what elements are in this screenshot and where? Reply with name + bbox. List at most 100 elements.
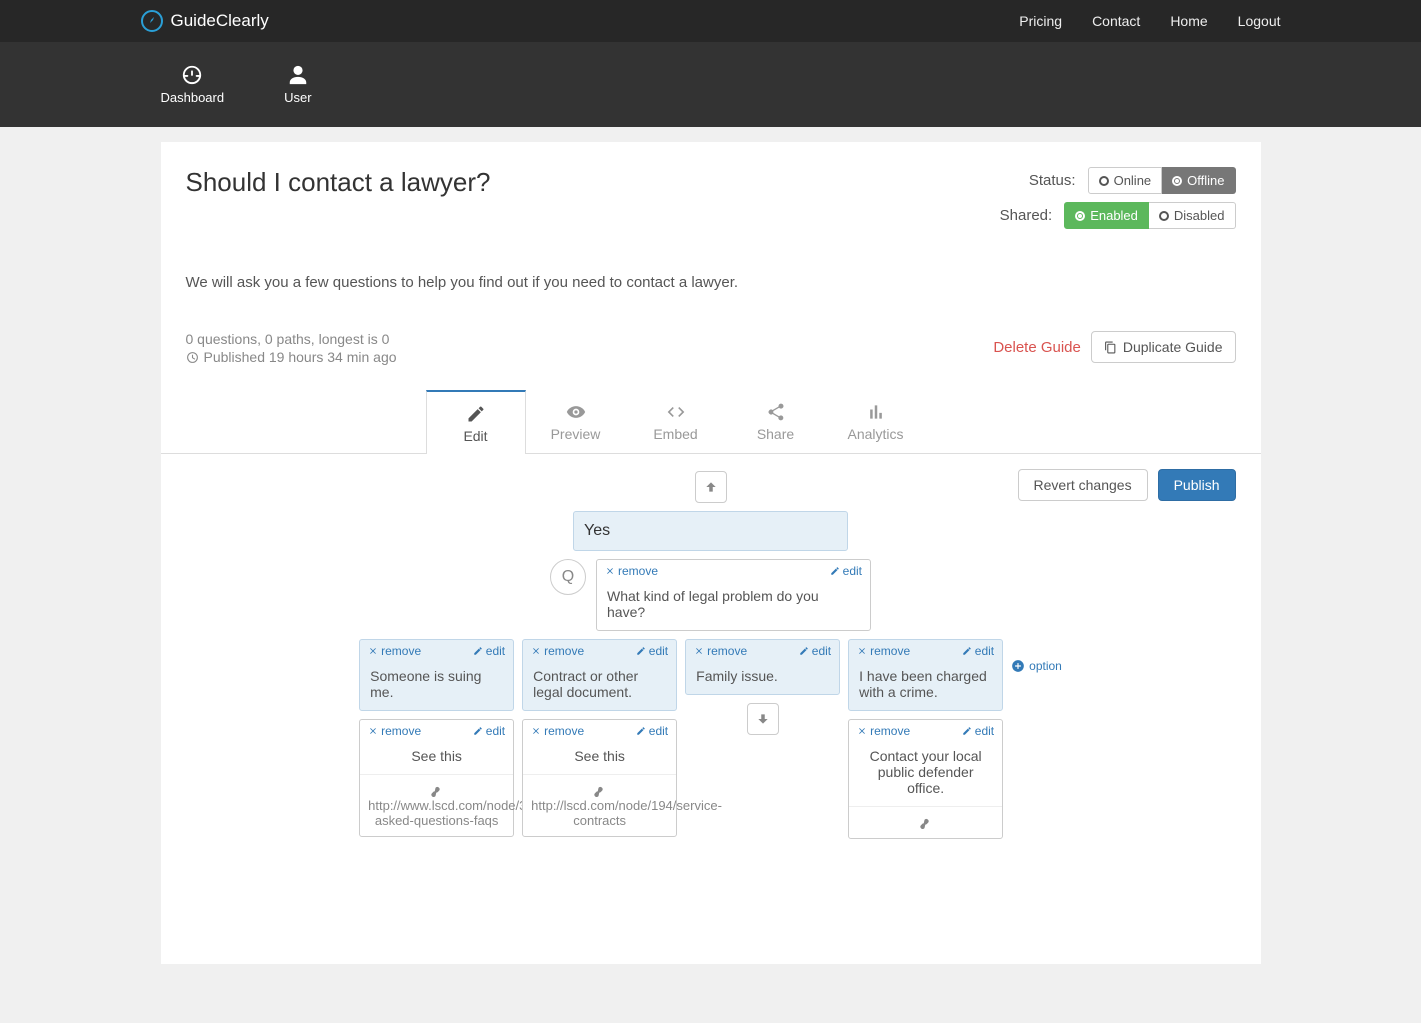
shared-enabled-button[interactable]: Enabled (1064, 202, 1149, 229)
tab-dashboard[interactable]: Dashboard (161, 64, 225, 105)
x-icon (531, 726, 541, 736)
edit-action[interactable]: edit (962, 724, 994, 738)
link-icon (430, 786, 441, 797)
question-badge: Q (550, 559, 586, 595)
guide-description: We will ask you a few questions to help … (186, 274, 1236, 291)
x-icon (531, 646, 541, 656)
edit-action[interactable]: edit (473, 724, 505, 738)
result-link[interactable]: http://lscd.com/node/194/service-contrac… (523, 774, 676, 836)
pencil-icon (799, 646, 809, 656)
result-1: remove edit See this http://www.lscd.com… (359, 719, 514, 837)
guide-title: Should I contact a lawyer? (186, 167, 491, 198)
tab-analytics[interactable]: Analytics (826, 390, 926, 453)
x-icon (368, 726, 378, 736)
result-4: remove edit Contact your local public de… (848, 719, 1003, 839)
tab-share[interactable]: Share (726, 390, 826, 453)
link-icon (593, 786, 604, 797)
answer-yes[interactable]: Yes (573, 511, 848, 551)
tab-user[interactable]: User (284, 64, 311, 105)
user-icon (287, 64, 309, 86)
result-link[interactable] (849, 806, 1002, 838)
arrow-down-icon (756, 712, 770, 726)
question-text: What kind of legal problem do you have? (597, 582, 870, 630)
compass-icon (141, 10, 163, 32)
status-label: Status: (1029, 172, 1076, 189)
main-panel: Should I contact a lawyer? Status: Onlin… (161, 142, 1261, 964)
link-icon (919, 818, 930, 829)
secondbar: Dashboard User (0, 42, 1421, 127)
edit-action[interactable]: edit (799, 644, 831, 658)
remove-action[interactable]: remove (694, 644, 747, 658)
question-node: remove edit What kind of legal problem d… (596, 559, 871, 631)
shared-label: Shared: (1000, 207, 1053, 224)
x-icon (605, 566, 615, 576)
edit-action[interactable]: edit (830, 564, 862, 578)
remove-action[interactable]: remove (605, 564, 658, 578)
option-2[interactable]: remove edit Contract or other legal docu… (522, 639, 677, 711)
guide-stats: 0 questions, 0 paths, longest is 0 (186, 331, 397, 347)
remove-action[interactable]: remove (368, 644, 421, 658)
result-2: remove edit See this http://lscd.com/nod… (522, 719, 677, 837)
remove-action[interactable]: remove (857, 724, 910, 738)
arrow-down-button[interactable] (747, 703, 779, 735)
brand-text: GuideClearly (171, 11, 269, 31)
tab-edit[interactable]: Edit (426, 390, 526, 454)
guide-published: Published 19 hours 34 min ago (204, 349, 397, 365)
remove-action[interactable]: remove (531, 724, 584, 738)
pencil-icon (473, 726, 483, 736)
topnav: Pricing Contact Home Logout (1019, 13, 1280, 29)
nav-logout[interactable]: Logout (1238, 13, 1281, 29)
tab-embed[interactable]: Embed (626, 390, 726, 453)
pencil-icon (636, 726, 646, 736)
chart-icon (866, 402, 886, 422)
status-offline-button[interactable]: Offline (1162, 167, 1235, 194)
pencil-icon (830, 566, 840, 576)
tab-user-label: User (284, 90, 311, 105)
arrow-up-icon (704, 480, 718, 494)
topbar: GuideClearly Pricing Contact Home Logout (0, 0, 1421, 42)
option-4[interactable]: remove edit I have been charged with a c… (848, 639, 1003, 711)
delete-guide-link[interactable]: Delete Guide (993, 339, 1081, 356)
pencil-icon (962, 646, 972, 656)
duplicate-guide-button[interactable]: Duplicate Guide (1091, 331, 1236, 363)
add-option-button[interactable]: option (1011, 659, 1062, 673)
pencil-icon (636, 646, 646, 656)
remove-action[interactable]: remove (368, 724, 421, 738)
tab-preview[interactable]: Preview (526, 390, 626, 453)
x-icon (368, 646, 378, 656)
pencil-icon (473, 646, 483, 656)
nav-home[interactable]: Home (1170, 13, 1207, 29)
arrow-up-button[interactable] (695, 471, 727, 503)
dashboard-icon (181, 64, 203, 86)
remove-action[interactable]: remove (857, 644, 910, 658)
radio-icon (1159, 211, 1169, 221)
edit-action[interactable]: edit (636, 724, 668, 738)
brand[interactable]: GuideClearly (141, 10, 269, 32)
result-link[interactable]: http://www.lscd.com/node/3/frequently-as… (360, 774, 513, 836)
x-icon (857, 646, 867, 656)
tab-dashboard-label: Dashboard (161, 90, 225, 105)
edit-action[interactable]: edit (962, 644, 994, 658)
option-1[interactable]: remove edit Someone is suing me. (359, 639, 514, 711)
edit-action[interactable]: edit (636, 644, 668, 658)
nav-pricing[interactable]: Pricing (1019, 13, 1062, 29)
pencil-icon (962, 726, 972, 736)
remove-action[interactable]: remove (531, 644, 584, 658)
shared-disabled-button[interactable]: Disabled (1149, 202, 1236, 229)
radio-icon (1075, 211, 1085, 221)
option-3[interactable]: remove edit Family issue. (685, 639, 840, 695)
x-icon (694, 646, 704, 656)
x-icon (857, 726, 867, 736)
code-icon (666, 402, 686, 422)
share-icon (766, 402, 786, 422)
editor-tabs: Edit Preview Embed Share Analytics (161, 390, 1261, 454)
radio-icon (1099, 176, 1109, 186)
nav-contact[interactable]: Contact (1092, 13, 1140, 29)
status-online-button[interactable]: Online (1088, 167, 1163, 194)
clock-icon (186, 351, 199, 364)
pencil-icon (466, 404, 486, 424)
eye-icon (566, 402, 586, 422)
plus-circle-icon (1011, 659, 1025, 673)
radio-icon (1172, 176, 1182, 186)
edit-action[interactable]: edit (473, 644, 505, 658)
